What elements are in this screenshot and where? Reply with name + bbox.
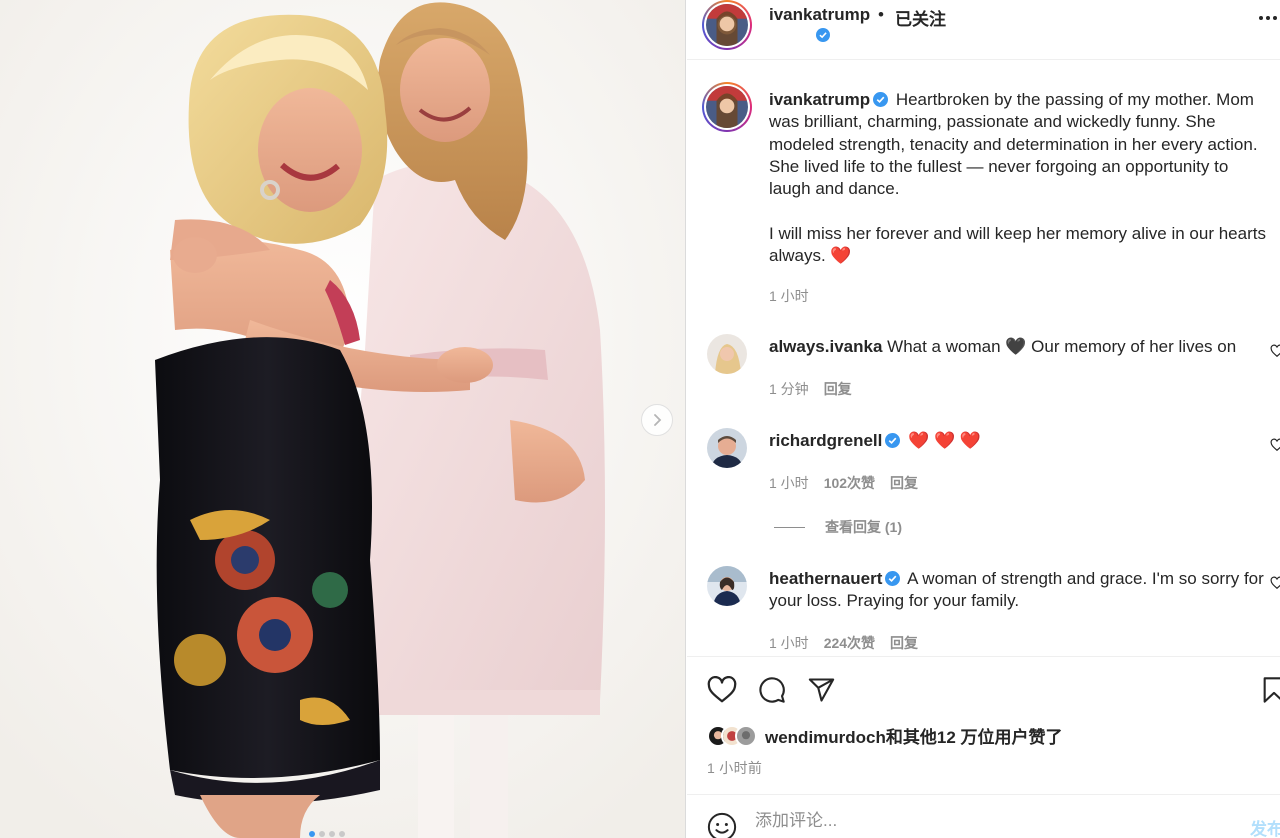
follow-status-button[interactable]: 已关注 (895, 5, 946, 30)
comment-time[interactable]: 1 分钟 (769, 379, 809, 399)
verified-badge-icon (885, 571, 901, 586)
comment-meta: 1 小时 224次赞 回复 (769, 633, 918, 653)
add-comment-bar: 发布 (687, 794, 1280, 838)
next-photo-button[interactable] (641, 404, 673, 436)
post-header: ivankatrump • 已关注 (687, 0, 1280, 60)
comment-meta: 1 分钟 回复 (769, 379, 852, 399)
caption-time[interactable]: 1 小时 (769, 286, 809, 306)
post-comment-button[interactable]: 发布 (1250, 815, 1280, 838)
heart-icon[interactable] (707, 676, 737, 704)
comment-likes[interactable]: 224次赞 (824, 633, 875, 653)
caption-meta: 1 小时 (769, 286, 809, 306)
commenter-avatar[interactable] (707, 334, 747, 374)
likes-text: wendimurdoch和其他12 万位用户赞了 (765, 728, 1063, 747)
commenter-avatar[interactable] (707, 428, 747, 468)
comments-list[interactable]: ivankatrump Heartbroken by the passing o… (687, 68, 1280, 656)
view-replies-label: 查看回复 (1) (825, 519, 902, 535)
chevron-right-icon (654, 414, 662, 426)
bookmark-icon[interactable] (1262, 676, 1280, 704)
verified-badge-icon (816, 28, 830, 42)
verified-badge-icon (885, 433, 901, 448)
view-replies-button[interactable]: 查看回复 (1) (774, 517, 902, 537)
comment-time[interactable]: 1 小时 (769, 633, 809, 653)
comment-body: heathernauert A woman of strength and gr… (769, 568, 1264, 613)
separator-dot: • (878, 5, 884, 24)
comment-like-icon[interactable] (1270, 576, 1280, 590)
comment-icon[interactable] (757, 676, 787, 704)
comment-input[interactable] (755, 811, 1235, 831)
photo-image (0, 0, 685, 838)
comment-like-icon[interactable] (1270, 438, 1280, 452)
emoji-icon[interactable] (707, 812, 737, 838)
verified-badge-icon (873, 92, 889, 107)
likes-summary[interactable]: wendimurdoch和其他12 万位用户赞了 (707, 723, 1063, 748)
action-bar (687, 656, 1280, 726)
post-photo[interactable] (0, 0, 686, 838)
comment-time[interactable]: 1 小时 (769, 473, 809, 493)
reply-button[interactable]: 回复 (890, 473, 918, 493)
more-horizontal-icon[interactable] (1259, 16, 1277, 20)
carousel-dots (309, 831, 345, 837)
comment-likes[interactable]: 102次赞 (824, 473, 875, 493)
comment-username[interactable]: richardgrenell (769, 431, 882, 450)
share-icon[interactable] (807, 676, 836, 704)
comment-like-icon[interactable] (1270, 344, 1280, 358)
post-sidebar: ivankatrump • 已关注 ivankatrump Heartbroke… (687, 0, 1280, 838)
author-username[interactable]: ivankatrump (769, 5, 870, 25)
carousel-dot[interactable] (309, 831, 315, 837)
comment-text: ❤️ ❤️ ❤️ (908, 431, 982, 450)
author-avatar[interactable] (702, 0, 752, 50)
caption-avatar[interactable] (702, 82, 752, 132)
comment-username[interactable]: always.ivanka (769, 337, 882, 356)
replies-divider (774, 526, 805, 528)
comment-username[interactable]: heathernauert (769, 569, 882, 588)
comment-text: What a woman 🖤 Our memory of her lives o… (887, 337, 1237, 356)
post-timestamp[interactable]: 1 小时前 (707, 758, 762, 778)
comment-body: always.ivanka What a woman 🖤 Our memory … (769, 336, 1264, 358)
reply-button[interactable]: 回复 (824, 379, 852, 399)
commenter-avatar[interactable] (707, 566, 747, 606)
caption-username[interactable]: ivankatrump (769, 90, 870, 109)
carousel-dot[interactable] (339, 831, 345, 837)
caption-text-2: I will miss her forever and will keep he… (769, 223, 1266, 266)
comment-body: richardgrenell ❤️ ❤️ ❤️ (769, 430, 1264, 452)
post-caption: ivankatrump Heartbroken by the passing o… (769, 89, 1269, 267)
carousel-dot[interactable] (329, 831, 335, 837)
reply-button[interactable]: 回复 (890, 633, 918, 653)
comment-meta: 1 小时 102次赞 回复 (769, 473, 918, 493)
carousel-dot[interactable] (319, 831, 325, 837)
liker-avatar (735, 724, 757, 747)
